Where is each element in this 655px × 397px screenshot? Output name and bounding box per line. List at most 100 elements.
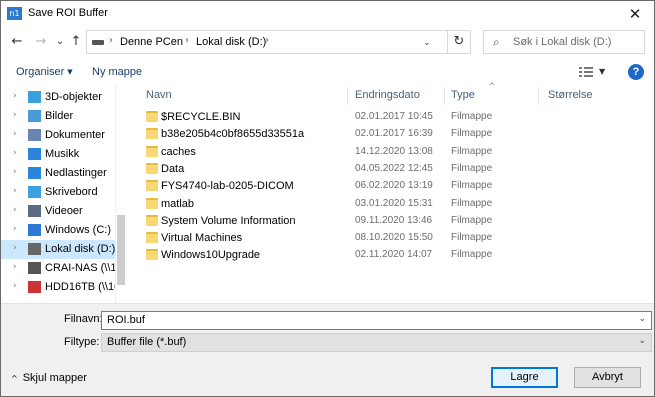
file-row[interactable]: System Volume Information 09.11.2020 13:4…: [129, 213, 654, 230]
sidebar-item[interactable]: › Windows (C:): [1, 221, 115, 240]
file-row[interactable]: Virtual Machines 08.10.2020 15:50 Filmappe: [129, 230, 654, 247]
sidebar-item[interactable]: › 3D-objekter: [1, 88, 115, 107]
file-row[interactable]: $RECYCLE.BIN 02.01.2017 10:45 Filmappe: [129, 109, 654, 126]
chevron-right-icon[interactable]: ›: [13, 281, 17, 291]
breadcrumb-this-pc[interactable]: Denne PCen: [120, 36, 183, 48]
file-row[interactable]: Windows10Upgrade 02.11.2020 14:07 Filmappe: [129, 247, 654, 264]
chevron-right-icon[interactable]: ›: [13, 262, 17, 272]
file-date: 08.10.2020 15:50: [355, 232, 433, 244]
folder-icon: [146, 214, 158, 226]
back-button[interactable]: ←: [7, 32, 27, 52]
address-dropdown-icon[interactable]: ⌄: [423, 38, 431, 48]
file-row[interactable]: matlab 03.01.2020 15:31 Filmappe: [129, 196, 654, 213]
file-type: Filmappe: [451, 162, 493, 174]
chevron-right-icon[interactable]: ›: [13, 129, 17, 139]
breadcrumb-local-disk[interactable]: Lokal disk (D:): [196, 36, 266, 48]
up-button[interactable]: ↑: [66, 32, 86, 52]
network-drive-icon: [28, 262, 41, 274]
navigation-bar: ← → ⌄ ↑ › Denne PCen › Lokal disk (D:) ›…: [1, 28, 654, 58]
chevron-right-icon[interactable]: ›: [13, 167, 17, 177]
chevron-right-icon[interactable]: ›: [13, 205, 17, 215]
file-row[interactable]: b38e205b4c0bf8655d33551a 02.01.2017 16:39…: [129, 126, 654, 143]
address-bar[interactable]: › Denne PCen › Lokal disk (D:) › ⌄: [86, 30, 471, 54]
sidebar-item[interactable]: › Musikk: [1, 145, 115, 164]
network-drive-error-icon: [28, 281, 41, 293]
file-type: Filmappe: [451, 128, 493, 140]
column-header-name[interactable]: Navn: [146, 89, 172, 101]
new-folder-button[interactable]: Ny mappe: [92, 66, 142, 78]
sidebar-item[interactable]: › Nedlastinger: [1, 164, 115, 183]
file-name: FYS4740-lab-0205-DICOM: [161, 180, 294, 193]
filetype-select[interactable]: Buffer file (*.buf) ⌄: [101, 333, 652, 352]
desktop-icon: [28, 186, 41, 198]
music-icon: [28, 148, 41, 160]
close-button[interactable]: ✕: [616, 1, 654, 27]
downloads-icon: [28, 167, 41, 179]
sidebar-item[interactable]: › Dokumenter: [1, 126, 115, 145]
sidebar-item-label: Skrivebord: [45, 186, 98, 198]
chevron-right-icon[interactable]: ›: [13, 186, 17, 196]
filetype-value: Buffer file (*.buf): [107, 336, 187, 348]
file-date: 06.02.2020 13:19: [355, 180, 433, 192]
sidebar-scrollbar-thumb[interactable]: [117, 215, 125, 285]
folder-icon: [146, 197, 158, 209]
sidebar-item[interactable]: › CRAI-NAS (\\10.: [1, 259, 126, 278]
file-row[interactable]: caches 14.12.2020 13:08 Filmappe: [129, 144, 654, 161]
sidebar-item-label: CRAI-NAS (\\10.: [45, 262, 126, 274]
folder-icon: [146, 111, 158, 122]
view-dropdown-icon[interactable]: ▼: [599, 67, 605, 76]
breadcrumb-chevron-icon: ›: [109, 35, 113, 46]
documents-icon: [28, 129, 41, 141]
videos-icon: [28, 205, 41, 217]
file-name: b38e205b4c0bf8655d33551a: [161, 128, 305, 141]
help-icon[interactable]: ?: [628, 64, 644, 80]
folder-icon: [146, 162, 158, 174]
chevron-right-icon[interactable]: ›: [13, 148, 17, 158]
file-date: 04.05.2022 12:45: [355, 162, 433, 174]
chevron-right-icon[interactable]: ›: [13, 224, 17, 234]
chevron-right-icon[interactable]: ›: [13, 91, 17, 101]
hide-folders-button[interactable]: ^ Skjul mapper: [11, 372, 87, 384]
chevron-down-icon[interactable]: ⌄: [638, 314, 646, 324]
sidebar-item[interactable]: › HDD16TB (\\10.5: [1, 278, 127, 297]
filename-value: ROI.buf: [107, 314, 145, 326]
sidebar-item[interactable]: › Videoer: [1, 202, 115, 221]
filename-field[interactable]: ROI.buf ⌄: [101, 311, 652, 330]
view-options-icon[interactable]: [579, 66, 593, 78]
command-bar: Organiser ▼ Ny mappe ▼ ?: [1, 61, 654, 85]
filetype-label: Filtype:: [64, 336, 100, 348]
chevron-right-icon[interactable]: ›: [13, 110, 17, 120]
column-divider[interactable]: [538, 87, 539, 105]
file-row[interactable]: Data 04.05.2022 12:45 Filmappe: [129, 161, 654, 178]
column-header-date[interactable]: Endringsdato: [355, 89, 420, 101]
sidebar-item-label: Musikk: [45, 148, 80, 160]
file-name: System Volume Information: [161, 214, 296, 227]
column-divider[interactable]: [444, 87, 445, 105]
app-icon: n1: [7, 7, 22, 20]
search-input[interactable]: ⌕ Søk i Lokal disk (D:): [483, 30, 645, 54]
save-button[interactable]: Lagre: [491, 367, 558, 388]
sidebar-item[interactable]: › Bilder: [1, 107, 115, 126]
column-header-type[interactable]: Type: [451, 89, 475, 101]
chevron-right-icon[interactable]: ›: [13, 243, 17, 253]
cancel-button[interactable]: Avbryt: [574, 367, 641, 388]
forward-button[interactable]: →: [31, 32, 51, 52]
file-date: 03.01.2020 15:31: [355, 197, 433, 209]
folder-icon: [146, 145, 158, 157]
organize-label: Organiser: [16, 66, 65, 78]
search-icon: ⌕: [493, 35, 500, 49]
sidebar-item[interactable]: › Lokal disk (D:): [1, 240, 115, 259]
file-date: 09.11.2020 13:46: [355, 214, 433, 226]
organize-button[interactable]: Organiser ▼: [16, 66, 73, 78]
file-type: Filmappe: [451, 197, 493, 209]
column-header-size[interactable]: Størrelse: [548, 89, 593, 101]
window-title: Save ROI Buffer: [28, 7, 108, 19]
column-divider[interactable]: [347, 87, 348, 105]
sidebar-item[interactable]: › Skrivebord: [1, 183, 115, 202]
hide-folders-label: Skjul mapper: [22, 372, 87, 384]
refresh-button[interactable]: ↻: [447, 30, 471, 54]
navigation-pane: › 3D-objekter › Bilder › Dokumenter › Musikk › Ne…: [1, 85, 127, 303]
file-row[interactable]: FYS4740-lab-0205-DICOM 06.02.2020 13:19 Fi…: [129, 178, 654, 195]
search-placeholder: Søk i Lokal disk (D:): [513, 36, 612, 48]
pictures-icon: [28, 110, 41, 122]
